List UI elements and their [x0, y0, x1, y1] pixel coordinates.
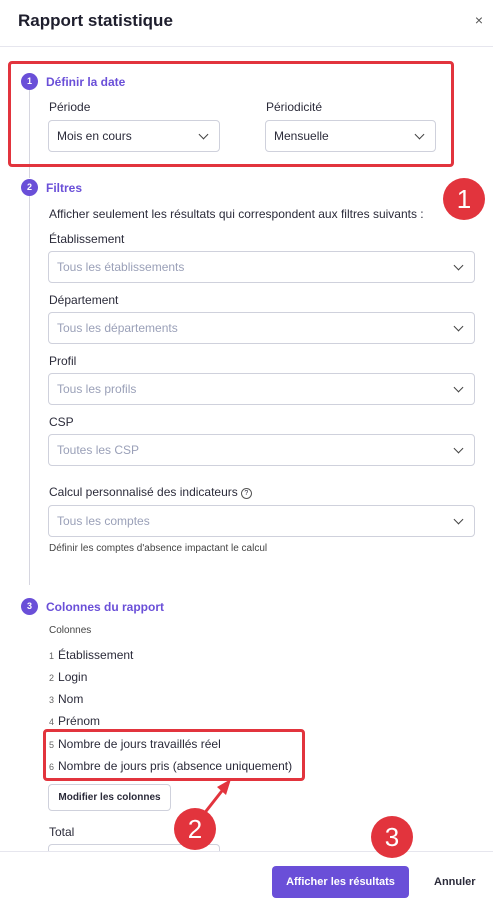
- profile-label: Profil: [49, 354, 77, 368]
- calc-label: Calcul personnalisé des indicateurs: [49, 485, 238, 499]
- column-item: 3 Nom: [49, 692, 84, 706]
- cancel-button[interactable]: Annuler: [434, 876, 476, 888]
- modal-title: Rapport statistique: [18, 11, 173, 30]
- chevron-down-icon: [453, 260, 464, 271]
- profile-placeholder: Tous les profils: [57, 382, 137, 396]
- chevron-down-icon: [453, 321, 464, 332]
- chevron-down-icon: [453, 382, 464, 393]
- establishment-label: Établissement: [49, 232, 125, 246]
- profile-select[interactable]: Tous les profils: [48, 373, 475, 405]
- annotation-badge-2: 2: [174, 808, 216, 850]
- department-select[interactable]: Tous les départements: [48, 312, 475, 344]
- step-3-title: Colonnes du rapport: [46, 600, 164, 614]
- csp-placeholder: Toutes les CSP: [57, 443, 140, 457]
- show-results-button[interactable]: Afficher les résultats: [272, 866, 409, 898]
- highlight-box-date: [8, 61, 454, 167]
- columns-label: Colonnes: [49, 625, 92, 636]
- step-3-number: 3: [21, 598, 38, 615]
- establishment-placeholder: Tous les établissements: [57, 260, 185, 274]
- total-label: Total: [49, 825, 75, 839]
- chevron-down-icon: [453, 443, 464, 454]
- department-label: Département: [49, 293, 119, 307]
- annotation-badge-1: 1: [443, 178, 485, 220]
- column-item: 2 Login: [49, 670, 88, 684]
- close-icon[interactable]: ×: [475, 12, 483, 28]
- chevron-down-icon: [453, 514, 464, 525]
- modal-footer: Afficher les résultats Annuler: [0, 851, 493, 907]
- step-2-title: Filtres: [46, 181, 83, 195]
- column-item: 4 Prénom: [49, 714, 101, 728]
- modal-header: Rapport statistique ×: [0, 0, 493, 47]
- filters-intro: Afficher seulement les résultats qui cor…: [49, 207, 424, 221]
- calc-select[interactable]: Tous les comptes: [48, 505, 475, 537]
- timeline-line-2: [29, 196, 30, 585]
- modify-columns-button[interactable]: Modifier les colonnes: [48, 784, 171, 811]
- step-2-number: 2: [21, 179, 38, 196]
- column-item: 1 Établissement: [49, 648, 134, 662]
- annotation-badge-3: 3: [371, 816, 413, 858]
- csp-select[interactable]: Toutes les CSP: [48, 434, 475, 466]
- establishment-select[interactable]: Tous les établissements: [48, 251, 475, 283]
- help-icon[interactable]: ?: [240, 488, 252, 499]
- highlight-box-columns: [43, 729, 305, 781]
- department-placeholder: Tous les départements: [57, 321, 178, 335]
- calc-placeholder: Tous les comptes: [57, 514, 150, 528]
- calc-hint: Définir les comptes d'absence impactant …: [49, 543, 268, 554]
- csp-label: CSP: [49, 415, 74, 429]
- calc-label-row: Calcul personnalisé des indicateurs?: [49, 485, 252, 499]
